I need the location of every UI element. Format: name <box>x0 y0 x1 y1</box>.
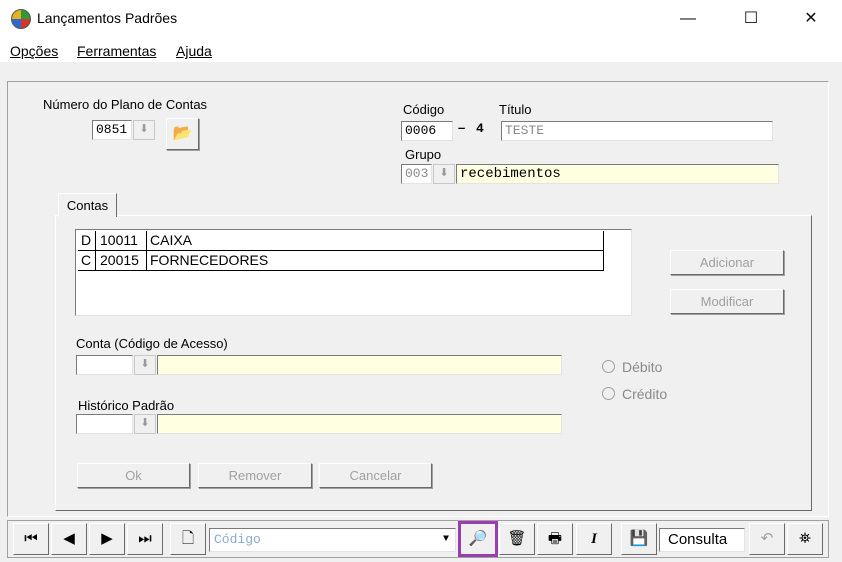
adicionar-button[interactable]: Adicionar <box>670 250 784 275</box>
open-folder-icon: 📂 <box>172 125 193 142</box>
remover-button[interactable]: Remover <box>198 463 312 488</box>
minimize-button[interactable]: — <box>668 6 708 32</box>
floppy-disk-icon: 💾 <box>629 530 649 547</box>
codigo-separator: – <box>458 120 466 135</box>
delete-button[interactable]: 🗑 <box>499 523 535 555</box>
grupo-name-field: recebimentos <box>456 164 779 184</box>
list-item[interactable]: D 10011 CAIXA <box>78 231 604 251</box>
modificar-button[interactable]: Modificar <box>670 289 784 314</box>
account-type: D <box>81 232 92 248</box>
historico-label: Histórico Padrão <box>78 398 175 413</box>
codigo-label: Código <box>403 102 445 117</box>
grupo-code-field[interactable]: 003 <box>401 164 432 184</box>
account-name: FORNECEDORES <box>150 252 269 268</box>
menu-ferramentas[interactable]: Ferramentas <box>77 43 156 59</box>
undo-icon: ↶ <box>760 530 774 547</box>
previous-icon: ◀ <box>63 530 75 547</box>
printer-icon: 🖶 <box>547 530 563 547</box>
plano-dropdown-icon[interactable]: ⬇ <box>133 120 155 140</box>
title-bar: Lançamentos Padrões — ☐ ✕ <box>0 0 842 38</box>
conta-code-field[interactable] <box>76 355 133 375</box>
list-item[interactable]: C 20015 FORNECEDORES <box>78 251 604 271</box>
plano-label: Número do Plano de Contas <box>43 97 208 112</box>
menu-ajuda[interactable]: Ajuda <box>176 43 212 59</box>
historico-dropdown-icon[interactable]: ⬇ <box>134 414 156 434</box>
plano-field[interactable]: 0851 <box>92 120 132 140</box>
first-record-button[interactable]: ⏮ <box>13 523 49 555</box>
credito-label: Crédito <box>622 386 668 402</box>
accounts-list[interactable]: D 10011 CAIXA C 20015 FORNECEDORES <box>75 229 632 316</box>
search-button[interactable]: 🔎 <box>458 521 498 557</box>
next-record-button[interactable]: ▶ <box>89 523 125 555</box>
debito-label: Débito <box>622 359 663 375</box>
last-icon: ⏭ <box>138 530 152 547</box>
italic-i-icon: I <box>591 531 597 547</box>
codigo-digit: 4 <box>476 121 484 136</box>
ok-button[interactable]: Ok <box>77 463 190 488</box>
app-icon <box>11 9 31 29</box>
new-record-button[interactable]: 🗋 <box>170 523 206 555</box>
chevron-down-icon[interactable]: ▼ <box>438 530 454 550</box>
debito-radio[interactable] <box>602 360 615 373</box>
titulo-label: Título <box>499 102 532 117</box>
recycle-bin-icon: 🗑 <box>507 530 527 547</box>
undo-button[interactable]: ↶ <box>749 523 785 555</box>
conta-name-field <box>157 355 562 375</box>
open-folder-button[interactable]: 📂 <box>166 118 199 150</box>
account-name: CAIXA <box>150 232 193 248</box>
account-code: 20015 <box>100 252 139 268</box>
find-button[interactable]: ⛯ <box>787 523 823 555</box>
maximize-button[interactable]: ☐ <box>731 6 771 32</box>
last-record-button[interactable]: ⏭ <box>127 523 163 555</box>
first-icon: ⏮ <box>24 530 38 547</box>
historico-code-field[interactable] <box>76 414 133 434</box>
previous-record-button[interactable]: ◀ <box>51 523 87 555</box>
account-type: C <box>81 252 92 268</box>
binoculars-icon: ⛯ <box>798 530 811 547</box>
tab-contas[interactable]: Contas <box>58 193 117 217</box>
menu-bar: Opções Ferramentas Ajuda <box>0 38 842 62</box>
conta-label: Conta (Código de Acesso) <box>76 336 228 351</box>
window-title: Lançamentos Padrões <box>37 10 178 26</box>
close-button[interactable]: ✕ <box>791 6 831 32</box>
mode-status: Consulta <box>659 528 745 552</box>
search-field-value: Código <box>214 532 261 547</box>
codigo-field[interactable]: 0006 <box>401 121 453 141</box>
grupo-label: Grupo <box>405 147 442 162</box>
menu-opcoes[interactable]: Opções <box>10 43 58 59</box>
search-document-icon: 🔎 <box>468 530 488 547</box>
conta-dropdown-icon[interactable]: ⬇ <box>134 355 156 375</box>
search-field-combo[interactable]: Código ▼ <box>209 528 456 552</box>
historico-name-field <box>157 414 562 434</box>
info-button[interactable]: I <box>576 523 612 555</box>
credito-radio[interactable] <box>602 387 615 400</box>
titulo-field[interactable]: TESTE <box>501 121 773 141</box>
save-button[interactable]: 💾 <box>621 523 657 555</box>
cancelar-button[interactable]: Cancelar <box>319 463 432 488</box>
next-icon: ▶ <box>101 530 113 547</box>
grupo-dropdown-icon[interactable]: ⬇ <box>433 164 455 184</box>
new-document-icon: 🗋 <box>181 530 195 547</box>
account-code: 10011 <box>100 232 138 248</box>
print-button[interactable]: 🖶 <box>537 523 573 555</box>
